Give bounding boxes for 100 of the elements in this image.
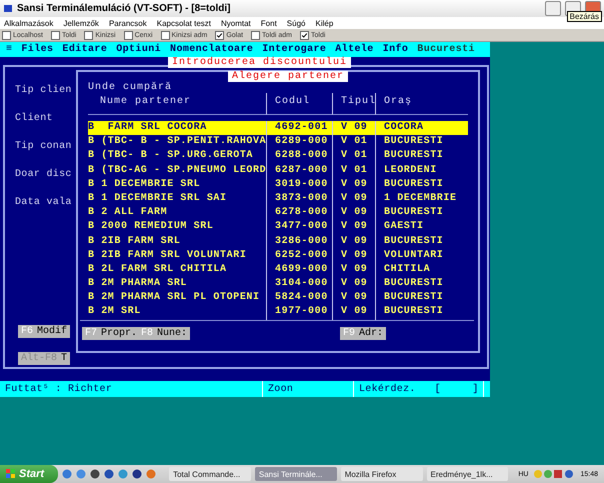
- menu-item[interactable]: Nyomtat: [220, 18, 251, 28]
- field-label: Client: [15, 113, 53, 124]
- quick-launch-icon[interactable]: [90, 469, 100, 479]
- table-cell[interactable]: 5824-000: [266, 291, 332, 306]
- table-cell[interactable]: B (TBC- B - SP.PENIT.RAHOVA: [88, 135, 266, 150]
- table-cell[interactable]: BUCURESTI: [375, 206, 468, 220]
- function-key-button[interactable]: F7 Propr. F8 Nune:: [82, 327, 190, 340]
- table-cell[interactable]: BUCURESTI: [375, 149, 468, 164]
- terminal-menu-item[interactable]: Bucuresti: [417, 44, 475, 55]
- terminal-menu-item[interactable]: Files: [21, 44, 54, 55]
- checkbox-icon[interactable]: [215, 30, 224, 40]
- table-cell[interactable]: 6252-000: [266, 248, 332, 263]
- terminal-menu-item[interactable]: Optiuni: [116, 44, 162, 55]
- table-cell[interactable]: LEORDENI: [375, 164, 468, 178]
- column-header: Oraş: [375, 93, 468, 115]
- table-cell[interactable]: GAESTI: [375, 220, 468, 234]
- table-cell[interactable]: B 2L FARM SRL CHITILA: [88, 262, 266, 278]
- menu-item[interactable]: Alkalmazások: [4, 18, 54, 28]
- table-cell[interactable]: V 09: [332, 192, 375, 206]
- table-cell[interactable]: V 09: [332, 305, 375, 320]
- table-cell[interactable]: 4692-001: [266, 121, 332, 136]
- table-cell[interactable]: V 09: [332, 277, 375, 292]
- table-cell[interactable]: V 09: [332, 262, 375, 278]
- table-cell[interactable]: B 2M PHARMA SRL PL OTOPENI: [88, 291, 266, 306]
- table-cell[interactable]: BUCURESTI: [375, 234, 468, 249]
- table-cell[interactable]: 6289-000: [266, 135, 332, 150]
- field-label: Data vala: [15, 197, 72, 208]
- table-cell[interactable]: B 2M PHARMA SRL: [88, 277, 266, 292]
- terminal-menu-item[interactable]: Altele: [335, 44, 374, 55]
- field-label: Tip clien: [15, 85, 72, 96]
- menu-item[interactable]: Kilép: [315, 18, 334, 28]
- table-cell[interactable]: 3019-000: [266, 178, 332, 192]
- terminal-menu-item[interactable]: ≡: [6, 44, 12, 55]
- table-cell[interactable]: BUCURESTI: [375, 135, 468, 150]
- checkbox-icon[interactable]: [124, 30, 133, 40]
- taskbar-button[interactable]: Mozilla Firefox: [340, 467, 422, 481]
- table-cell[interactable]: BUCURESTI: [375, 178, 468, 192]
- windows-logo-icon: [6, 469, 16, 479]
- table-cell[interactable]: 1 DECEMBRIE: [375, 192, 468, 206]
- quick-launch-icon[interactable]: [104, 469, 114, 479]
- table-cell[interactable]: 6288-000: [266, 149, 332, 164]
- menu-item[interactable]: Kapcsolat teszt: [156, 18, 211, 28]
- table-cell[interactable]: 6287-000: [266, 164, 332, 178]
- table-cell[interactable]: 3873-000: [266, 192, 332, 206]
- taskbar-button[interactable]: Total Commande...: [169, 467, 251, 481]
- table-cell[interactable]: B 2000 REMEDIUM SRL: [88, 220, 266, 234]
- table-cell[interactable]: B 2 ALL FARM: [88, 206, 266, 220]
- table-cell[interactable]: 6278-000: [266, 206, 332, 220]
- dialog-title: Introducerea discountului: [168, 57, 352, 68]
- terminal-menu-item[interactable]: Info: [382, 44, 408, 55]
- table-cell[interactable]: COCORA: [375, 121, 468, 136]
- checkbox-icon[interactable]: [160, 30, 170, 40]
- table-cell[interactable]: 3286-000: [266, 234, 332, 249]
- table-cell[interactable]: 3104-000: [266, 277, 332, 292]
- table-cell[interactable]: B FARM SRL COCORA: [88, 121, 266, 136]
- table-cell[interactable]: V 09: [332, 121, 375, 136]
- table-cell[interactable]: V 01: [332, 135, 375, 150]
- table-cell[interactable]: VOLUNTARI: [375, 248, 468, 263]
- function-key-button[interactable]: F6 Modif: [18, 325, 70, 338]
- checkbox-icon[interactable]: [50, 30, 60, 40]
- table-cell[interactable]: B (TBC- B - SP.URG.GEROTA: [88, 149, 266, 164]
- table-cell[interactable]: B 2IB FARM SRL: [88, 234, 266, 249]
- table-cell[interactable]: V 01: [332, 164, 375, 178]
- table-cell[interactable]: 1977-000: [266, 305, 332, 320]
- menu-item[interactable]: Parancsok: [108, 18, 147, 28]
- terminal-menu-item[interactable]: Editare: [62, 44, 108, 55]
- checkbox-icon[interactable]: [2, 30, 11, 40]
- table-cell[interactable]: V 09: [332, 234, 375, 249]
- table-cell[interactable]: B 1 DECEMBRIE SRL: [88, 178, 266, 192]
- table-cell[interactable]: BUCURESTI: [375, 305, 468, 320]
- menu-item[interactable]: Súgó: [286, 18, 306, 28]
- taskbar-button[interactable]: Eredménye_1lk...: [426, 467, 508, 481]
- table-cell[interactable]: B (TBC-AG - SP.PNEUMO LEORD: [88, 164, 266, 178]
- table-cell[interactable]: 4699-000: [266, 262, 332, 278]
- table-cell[interactable]: CHITILA: [375, 262, 468, 278]
- terminal-menu-item[interactable]: Nomenclatoare: [170, 44, 254, 55]
- table-cell[interactable]: V 09: [332, 206, 375, 220]
- table-cell[interactable]: V 09: [332, 291, 375, 306]
- field-label: Doar disc: [15, 169, 72, 180]
- menu-item[interactable]: Jellemzők: [63, 18, 99, 28]
- checkbox-icon[interactable]: [300, 30, 310, 40]
- table-cell[interactable]: V 01: [332, 149, 375, 164]
- function-key-button[interactable]: F9 Adr:: [340, 327, 386, 340]
- status-field: Lekérdez. [ ]: [354, 381, 484, 397]
- table-cell[interactable]: V 09: [332, 248, 375, 263]
- terminal-menu-item[interactable]: Interogare: [262, 44, 326, 55]
- table-cell[interactable]: B 2IB FARM SRL VOLUNTARI: [88, 248, 266, 263]
- table-cell[interactable]: B 1 DECEMBRIE SRL SAI: [88, 192, 266, 206]
- menu-item[interactable]: Font: [260, 18, 277, 28]
- status-field: Futtat⁵ : Richter: [0, 381, 263, 397]
- table-cell[interactable]: 3477-000: [266, 220, 332, 234]
- dialog-title: Alegere partener: [228, 71, 348, 82]
- table-cell[interactable]: B 2M SRL: [88, 305, 266, 320]
- table-cell[interactable]: BUCURESTI: [375, 277, 468, 292]
- table-cell[interactable]: BUCURESTI: [375, 291, 468, 306]
- checkbox-icon[interactable]: [251, 30, 260, 40]
- checkbox-icon[interactable]: [84, 30, 94, 40]
- quick-launch-icon[interactable]: [132, 469, 142, 479]
- table-cell[interactable]: V 09: [332, 178, 375, 192]
- table-cell[interactable]: V 09: [332, 220, 375, 234]
